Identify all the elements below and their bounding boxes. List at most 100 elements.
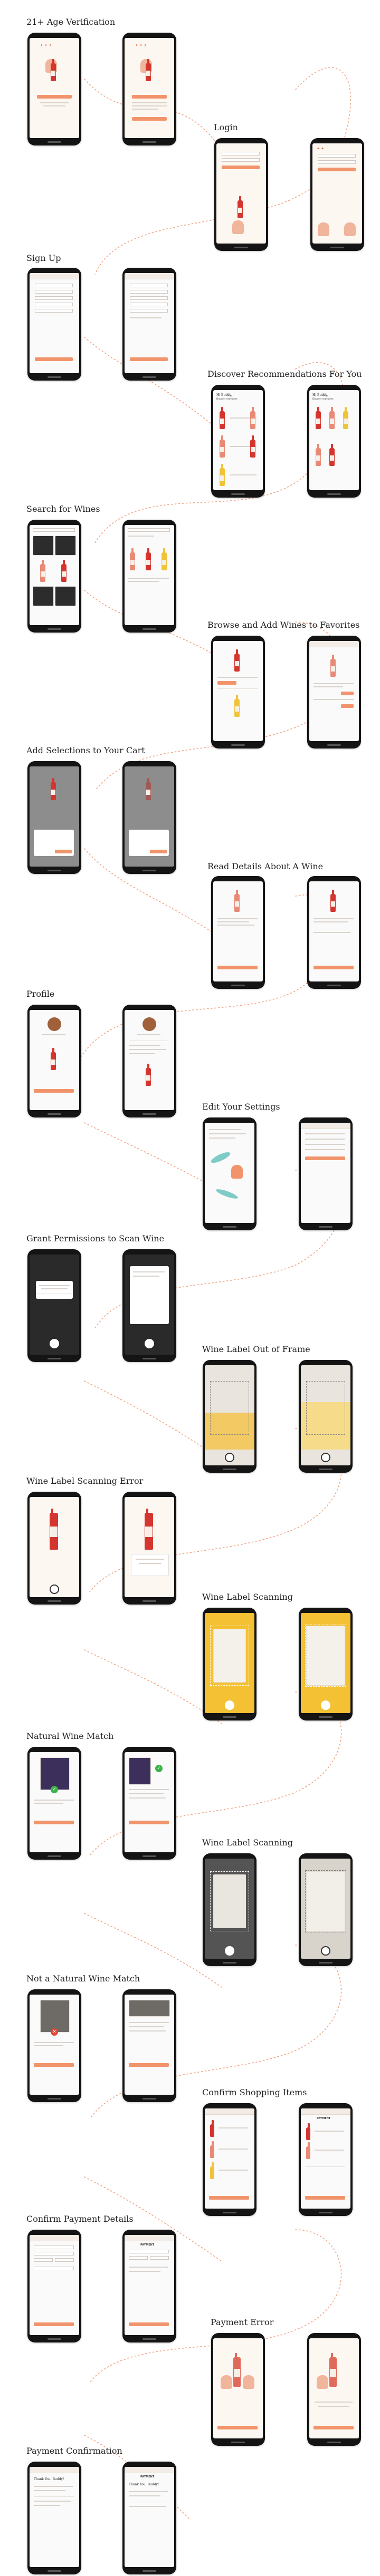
confirm-password-field[interactable] <box>35 309 73 313</box>
wine-bottle-icon[interactable] <box>40 560 45 582</box>
wine-bottle-icon[interactable] <box>220 407 225 429</box>
phone-mockup <box>27 1492 81 1605</box>
login-button[interactable] <box>318 168 356 171</box>
email-field[interactable] <box>35 296 73 300</box>
wine-card[interactable] <box>55 536 76 556</box>
cart-dialog <box>129 830 169 856</box>
search-input[interactable] <box>33 528 75 532</box>
last-name-field[interactable] <box>130 290 168 294</box>
wine-card[interactable] <box>55 586 76 606</box>
wine-bottle-icon[interactable] <box>51 1048 56 1070</box>
wine-bottle-icon[interactable] <box>316 444 321 466</box>
wine-bottle-icon[interactable] <box>130 548 135 570</box>
login-button[interactable] <box>222 166 260 169</box>
first-name-field[interactable] <box>130 284 168 287</box>
email-field[interactable] <box>222 152 260 155</box>
wine-bottle-icon <box>238 196 243 218</box>
checkout-button[interactable] <box>305 2196 345 2200</box>
add-to-cart-button[interactable] <box>341 704 354 708</box>
wine-bottle-icon[interactable] <box>162 548 167 570</box>
hand-illustration <box>231 1165 243 1179</box>
sign-up-button[interactable] <box>35 357 73 361</box>
wine-card[interactable] <box>33 536 54 556</box>
add-to-cart-button[interactable] <box>217 966 258 969</box>
city-field[interactable] <box>34 2258 53 2262</box>
name-field[interactable] <box>34 2246 74 2249</box>
zip-field[interactable] <box>55 2258 74 2262</box>
hand-illustration <box>232 220 244 234</box>
wine-bottle-icon[interactable] <box>250 407 255 429</box>
avatar[interactable] <box>48 1017 61 1031</box>
password-field[interactable] <box>130 303 168 306</box>
email-field[interactable] <box>130 296 168 300</box>
wine-bottle-icon[interactable] <box>250 435 255 458</box>
address-field[interactable] <box>34 2252 74 2256</box>
shutter-button[interactable] <box>50 1585 59 1594</box>
profile-action-button[interactable] <box>34 1089 74 1093</box>
phone-mockup: Thank You, Buddy! <box>27 2462 81 2574</box>
expiry-field[interactable] <box>129 2256 148 2260</box>
wine-bottle-icon[interactable] <box>343 407 348 429</box>
phone-mockup <box>27 2230 81 2342</box>
card-number-field[interactable] <box>129 2250 169 2253</box>
add-to-cart-button[interactable] <box>314 966 354 969</box>
wine-bottle-icon[interactable] <box>220 435 225 458</box>
add-to-cart-button[interactable] <box>341 692 354 695</box>
first-name-field[interactable] <box>35 284 73 287</box>
section-title: Discover Recommendations For You <box>207 369 362 379</box>
email-field[interactable] <box>318 154 356 158</box>
wine-bottle-icon[interactable] <box>316 407 321 429</box>
continue-button[interactable] <box>132 117 167 121</box>
save-settings-button[interactable] <box>305 1156 345 1160</box>
password-field[interactable] <box>222 158 260 162</box>
retry-button[interactable] <box>217 2426 258 2429</box>
password-field[interactable] <box>318 160 356 164</box>
wine-bottle-icon[interactable] <box>330 655 336 677</box>
retry-button[interactable] <box>314 2426 354 2429</box>
illustration <box>210 1150 232 1165</box>
shutter-button[interactable] <box>321 1700 330 1710</box>
add-to-cart-button[interactable] <box>55 850 72 853</box>
wine-bottle-icon[interactable] <box>146 548 151 570</box>
add-to-cart-button[interactable] <box>129 1821 169 1824</box>
shutter-button[interactable] <box>145 1339 154 1348</box>
shutter-button[interactable] <box>225 1453 234 1462</box>
pay-button[interactable] <box>129 2322 169 2326</box>
wine-bottle-icon[interactable] <box>329 444 335 466</box>
section-title: Payment Error <box>211 2317 274 2327</box>
search-similar-button[interactable] <box>129 2063 169 2067</box>
last-name-field[interactable] <box>35 290 73 294</box>
confirm-password-field[interactable] <box>130 309 168 313</box>
age-confirm-button[interactable] <box>132 95 167 99</box>
password-field[interactable] <box>35 303 73 306</box>
search-input[interactable] <box>128 528 170 532</box>
view-details-button[interactable] <box>34 1821 74 1824</box>
shutter-button[interactable] <box>50 1339 59 1348</box>
wine-bottle-icon[interactable] <box>146 1064 151 1086</box>
shutter-button[interactable] <box>225 1700 234 1710</box>
shutter-button[interactable] <box>225 1946 234 1956</box>
add-to-cart-button[interactable] <box>150 850 167 853</box>
wine-bottle-icon[interactable] <box>234 695 240 717</box>
shutter-button[interactable] <box>321 1946 330 1956</box>
permission-dialog <box>36 1281 73 1299</box>
age-confirm-button[interactable] <box>37 95 72 99</box>
wine-bottle-icon[interactable] <box>234 649 240 672</box>
cvv-field[interactable] <box>150 2256 169 2260</box>
wine-card[interactable] <box>33 586 54 606</box>
search-similar-button[interactable] <box>34 2063 74 2067</box>
avatar[interactable] <box>142 1017 156 1031</box>
pay-button[interactable] <box>34 2322 74 2326</box>
sign-up-button[interactable] <box>130 357 168 361</box>
shutter-button[interactable] <box>321 1453 330 1462</box>
phone-mockup: PAYMENT Thank You, Buddy! <box>122 2462 176 2574</box>
checkout-button[interactable] <box>209 2196 249 2200</box>
wine-bottle-icon[interactable] <box>329 407 335 429</box>
phone-mockup <box>27 1249 81 1362</box>
phone-mockup: ✓ <box>122 1747 176 1860</box>
card-number-field[interactable] <box>34 2267 74 2270</box>
section-title: Grant Permissions to Scan Wine <box>26 1233 165 1243</box>
wine-bottle-icon[interactable] <box>220 464 225 486</box>
add-favorite-button[interactable] <box>217 681 236 685</box>
wine-bottle-icon[interactable] <box>61 560 66 582</box>
